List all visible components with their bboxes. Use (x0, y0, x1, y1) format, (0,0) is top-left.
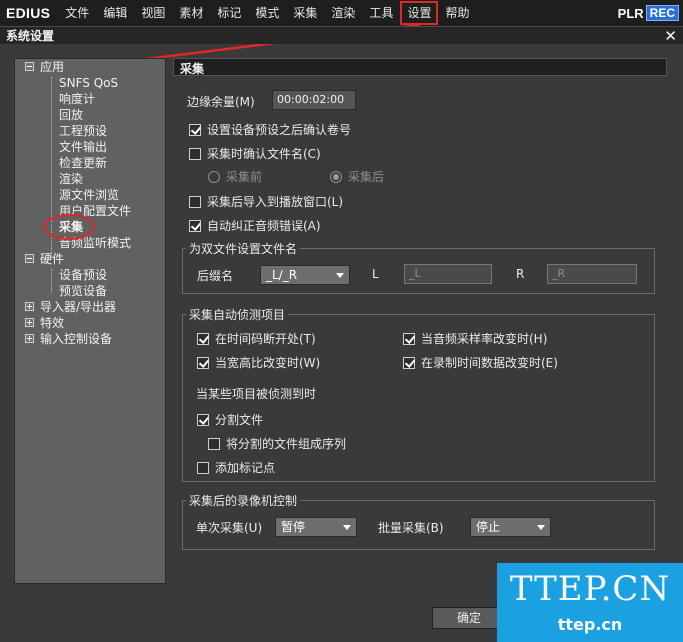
batch-capture-label: 批量采集(B) (378, 521, 444, 535)
single-capture-select[interactable]: 暂停 (275, 517, 357, 537)
single-capture-label: 单次采集(U) (196, 521, 263, 535)
timecode-break-checkbox[interactable]: 在时间码断开处(T) (197, 330, 316, 347)
checkbox-box[interactable] (197, 332, 209, 345)
section-title: 采集 (180, 62, 205, 76)
expand-icon[interactable] (25, 302, 34, 311)
tree-node-hardware[interactable]: 硬件 (25, 251, 64, 267)
tree-item-snfs-qos[interactable]: SNFS QoS (59, 75, 118, 91)
tree-item-file-output[interactable]: 文件输出 (59, 139, 107, 155)
menu-edit[interactable]: 编辑 (96, 1, 134, 25)
checkbox-box[interactable] (197, 461, 209, 474)
menu-view[interactable]: 视图 (134, 1, 172, 25)
import-player-checkbox[interactable]: 采集后导入到播放窗口(L) (189, 193, 343, 210)
confirm-tape-checkbox[interactable]: 设置设备预设之后确认卷号 (189, 121, 351, 138)
menu-help[interactable]: 帮助 (438, 1, 476, 25)
radio-circle[interactable] (330, 170, 342, 183)
plr-rec-indicator[interactable]: PLR REC (618, 5, 679, 21)
section-header: 采集 (173, 58, 667, 76)
plr-label: PLR (617, 5, 644, 21)
detect-group-title: 采集自动侦测项目 (186, 306, 289, 323)
r-suffix-input[interactable]: _R (547, 264, 637, 284)
settings-tree: 应用 SNFS QoS 响度计 回放 工程预设 文件输出 检查更新 渲染 源文件… (14, 58, 166, 584)
collapse-icon[interactable] (25, 254, 34, 263)
menu-marker[interactable]: 标记 (210, 1, 248, 25)
batch-capture-select[interactable]: 停止 (470, 517, 551, 537)
menu-settings[interactable]: 设置 (400, 1, 439, 25)
checkbox-box[interactable] (403, 332, 415, 345)
tree-item-project-preset[interactable]: 工程预设 (59, 123, 107, 139)
menu-capture[interactable]: 采集 (286, 1, 324, 25)
menu-render[interactable]: 渲染 (324, 1, 362, 25)
tree-item-source-browse[interactable]: 源文件浏览 (59, 187, 119, 203)
watermark-text-small: ttep.cn (557, 615, 623, 634)
app-logo: EDIUS (6, 5, 51, 21)
margin-label: 边缘余量(M) (187, 95, 255, 109)
aspect-change-checkbox[interactable]: 当宽高比改变时(W) (197, 354, 320, 371)
radio-after-capture[interactable]: 采集后 (330, 168, 384, 185)
tree-item-loudness[interactable]: 响度计 (59, 91, 95, 107)
ok-button[interactable]: 确定 (432, 607, 506, 629)
rectime-change-checkbox[interactable]: 在录制时间数据改变时(E) (403, 354, 558, 371)
dual-file-group-title: 为双文件设置文件名 (186, 240, 301, 257)
checkbox-box[interactable] (208, 437, 220, 450)
chevron-down-icon (343, 525, 351, 530)
tree-item-render[interactable]: 渲染 (59, 171, 83, 187)
l-suffix-input[interactable]: _L (404, 264, 492, 284)
menu-file[interactable]: 文件 (58, 1, 96, 25)
tree-node-input-control[interactable]: 输入控制设备 (25, 331, 112, 347)
checkbox-box[interactable] (197, 413, 209, 426)
menu-tools[interactable]: 工具 (362, 1, 400, 25)
collapse-icon[interactable] (25, 62, 34, 71)
watermark: TTEP.CN ttep.cn (497, 563, 683, 642)
suffix-label: 后缀名 (197, 269, 234, 283)
samplerate-change-checkbox[interactable]: 当音频采样率改变时(H) (403, 330, 547, 347)
menu-bar: EDIUS 文件 编辑 视图 素材 标记 模式 采集 渲染 工具 设置 帮助 P… (0, 0, 683, 26)
sequence-checkbox[interactable]: 将分割的文件组成序列 (208, 435, 346, 452)
chevron-down-icon (336, 273, 344, 278)
expand-icon[interactable] (25, 334, 34, 343)
l-label: L (372, 267, 379, 281)
rec-label: REC (645, 5, 679, 21)
menu-clip[interactable]: 素材 (172, 1, 210, 25)
when-detected-label: 当某些项目被侦测到时 (196, 387, 317, 401)
menu-mode[interactable]: 模式 (248, 1, 286, 25)
tree-node-importer[interactable]: 导入器/导出器 (25, 299, 116, 315)
checkbox-box[interactable] (403, 356, 415, 369)
auto-audio-checkbox[interactable]: 自动纠正音频错误(A) (189, 217, 321, 234)
chevron-down-icon (537, 525, 545, 530)
radio-before-capture[interactable]: 采集前 (208, 168, 262, 185)
dialog-title-bar: 系统设置 ✕ (0, 26, 683, 45)
watermark-text-large: TTEP.CN (509, 569, 671, 609)
margin-input[interactable]: 00:00:02:00 (272, 90, 356, 110)
tree-item-playback[interactable]: 回放 (59, 107, 83, 123)
tree-item-check-update[interactable]: 检查更新 (59, 155, 107, 171)
tree-item-preview-device[interactable]: 预览设备 (59, 283, 107, 299)
tree-item-device-preset[interactable]: 设备预设 (59, 267, 107, 283)
tree-guide-line (51, 269, 52, 293)
tree-node-app[interactable]: 应用 (25, 59, 64, 75)
confirm-filename-checkbox[interactable]: 采集时确认文件名(C) (189, 145, 321, 162)
tree-node-effects[interactable]: 特效 (25, 315, 64, 331)
r-label: R (516, 267, 525, 281)
add-marker-checkbox[interactable]: 添加标记点 (197, 459, 275, 476)
dialog-title: 系统设置 (6, 29, 55, 43)
checkbox-box[interactable] (189, 219, 201, 232)
checkbox-box[interactable] (197, 356, 209, 369)
checkbox-box[interactable] (189, 147, 201, 160)
checkbox-box[interactable] (189, 195, 201, 208)
suffix-select[interactable]: _L/_R (260, 265, 350, 285)
close-icon[interactable]: ✕ (664, 27, 677, 45)
annotation-circle (43, 214, 95, 240)
deck-control-group-title: 采集后的录像机控制 (186, 492, 301, 509)
split-file-checkbox[interactable]: 分割文件 (197, 411, 263, 428)
checkbox-box[interactable] (189, 123, 201, 136)
expand-icon[interactable] (25, 318, 34, 327)
radio-circle[interactable] (208, 170, 220, 183)
